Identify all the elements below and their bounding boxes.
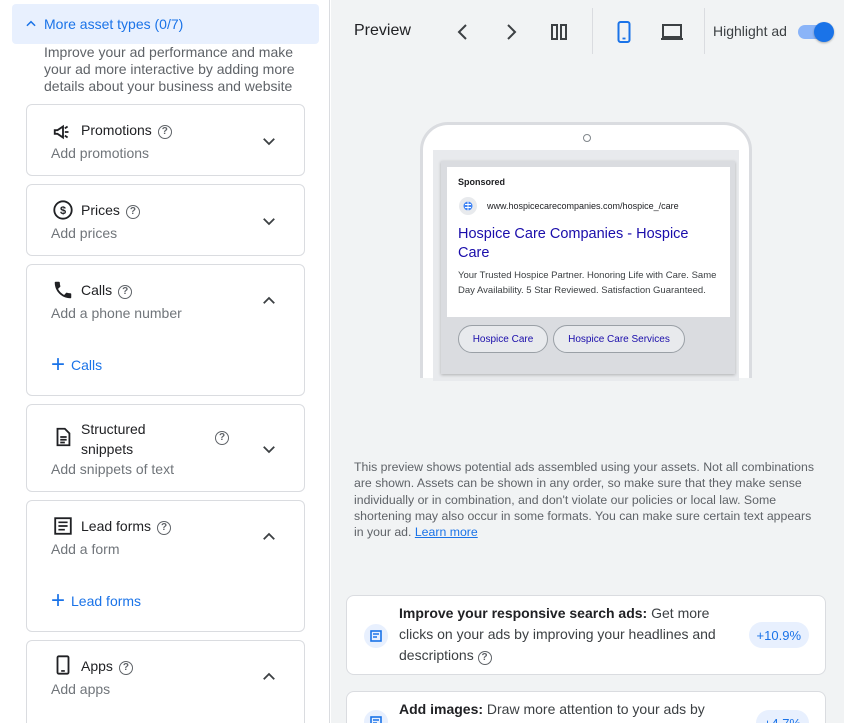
more-asset-types-toggle[interactable]: More asset types (0/7) (12, 4, 319, 44)
preview-toolbar: Preview Highlight ad (331, 0, 844, 62)
help-icon[interactable]: ? (118, 285, 133, 299)
asset-panel: More asset types (0/7) Improve your ad p… (0, 0, 330, 723)
plus-icon: + (51, 351, 66, 378)
chevron-up-icon[interactable] (260, 528, 278, 546)
phone-icon (54, 281, 72, 299)
toolbar-divider (592, 8, 593, 54)
ad-display-url[interactable]: www.hospicecarecompanies.com/hospice_/ca… (487, 201, 679, 211)
sitelink-chip[interactable]: Hospice Care Services (553, 325, 685, 353)
structured-snippets-card[interactable]: Structured snippets ? Add snippets of tex… (26, 404, 305, 492)
promotions-subtitle: Add promotions (51, 145, 150, 161)
structured-snippets-title: Structured snippets (81, 421, 146, 457)
recommendation-text: Add images: Draw more attention to your … (399, 701, 705, 717)
calls-title: Calls? (81, 282, 133, 299)
calls-card[interactable]: Calls? Add a phone number + Calls (26, 264, 305, 396)
learn-more-link[interactable]: Learn more (415, 525, 478, 539)
recommendation-card[interactable]: Add images: Draw more attention to your … (346, 691, 826, 723)
ad-preview-card: Sponsored www.hospicecarecompanies.com/h… (441, 161, 735, 374)
toolbar-divider (704, 8, 705, 54)
prices-title: Prices? (81, 202, 140, 219)
svg-text:$: $ (60, 205, 66, 217)
help-icon[interactable]: ? (125, 205, 140, 219)
add-lead-forms-button[interactable]: + Lead forms (51, 587, 141, 614)
chevron-up-icon (26, 20, 36, 27)
megaphone-icon (53, 124, 69, 140)
ad-body: Sponsored www.hospicecarecompanies.com/h… (447, 167, 730, 317)
next-arrow-icon[interactable] (499, 20, 523, 44)
lead-forms-title: Lead forms? (81, 518, 172, 535)
edit-ad-icon (364, 624, 388, 648)
phone-preview-frame: Sponsored www.hospicecarecompanies.com/h… (420, 122, 752, 381)
columns-view-icon[interactable] (547, 20, 571, 44)
phone-screen: Sponsored www.hospicecarecompanies.com/h… (433, 150, 739, 381)
promotions-card[interactable]: Promotions? Add promotions (26, 104, 305, 176)
smartphone-icon (56, 655, 70, 675)
lead-forms-card[interactable]: Lead forms? Add a form + Lead forms (26, 500, 305, 632)
plus-icon: + (51, 587, 66, 614)
recommendation-card[interactable]: Improve your responsive search ads: Get … (346, 595, 826, 675)
highlight-ad-toggle[interactable] (798, 22, 834, 42)
toggle-knob (814, 22, 834, 42)
help-icon[interactable]: ? (477, 651, 492, 665)
apps-subtitle: Add apps (51, 681, 111, 697)
structured-snippets-subtitle: Add snippets of text (51, 461, 174, 477)
sitelink-chip[interactable]: Hospice Care (458, 325, 548, 353)
ad-description: Your Trusted Hospice Partner. Honoring L… (458, 270, 717, 296)
prices-subtitle: Add prices (51, 225, 118, 241)
apps-title: Apps? (81, 658, 133, 675)
asset-intro-text: Improve your ad performance and make you… (44, 44, 295, 94)
lead-forms-subtitle: Add a form (51, 541, 120, 557)
promotions-title: Promotions? (81, 122, 172, 139)
chevron-down-icon[interactable] (260, 440, 278, 458)
camera-dot (583, 134, 591, 142)
desktop-view-icon[interactable] (660, 20, 684, 44)
form-icon (54, 517, 72, 535)
chevron-down-icon[interactable] (260, 212, 278, 230)
mobile-view-icon[interactable] (612, 20, 636, 44)
ad-headline[interactable]: Hospice Care Companies - Hospice Care (458, 225, 720, 263)
image-ad-icon (364, 710, 388, 723)
highlight-ad-label: Highlight ad (713, 23, 787, 39)
help-icon[interactable]: ? (157, 125, 172, 139)
document-icon (56, 427, 71, 447)
dollar-circle-icon: $ (53, 200, 73, 220)
apps-card[interactable]: Apps? Add apps (26, 640, 305, 723)
recommendation-text: Improve your responsive search ads: Get … (399, 605, 716, 665)
uplift-badge: +10.9% (748, 622, 809, 648)
prices-card[interactable]: $ Prices? Add prices (26, 184, 305, 256)
help-icon[interactable]: ? (215, 431, 229, 445)
chevron-down-icon[interactable] (260, 132, 278, 150)
chevron-up-icon[interactable] (260, 292, 278, 310)
globe-icon (459, 197, 477, 215)
previous-arrow-icon[interactable] (451, 20, 475, 44)
calls-subtitle: Add a phone number (51, 305, 182, 321)
uplift-badge: +4.7% (755, 710, 809, 723)
help-icon[interactable]: ? (157, 521, 172, 535)
help-icon[interactable]: ? (118, 661, 133, 675)
chevron-up-icon[interactable] (260, 668, 278, 686)
preview-panel: Preview Highlight ad Sponsored www.hospi… (331, 0, 844, 723)
preview-disclaimer: This preview shows potential ads assembl… (354, 460, 814, 540)
add-calls-button[interactable]: + Calls (51, 351, 102, 378)
more-asset-types-label: More asset types (0/7) (44, 16, 184, 32)
preview-title: Preview (354, 22, 411, 39)
sponsored-label: Sponsored (458, 177, 506, 187)
